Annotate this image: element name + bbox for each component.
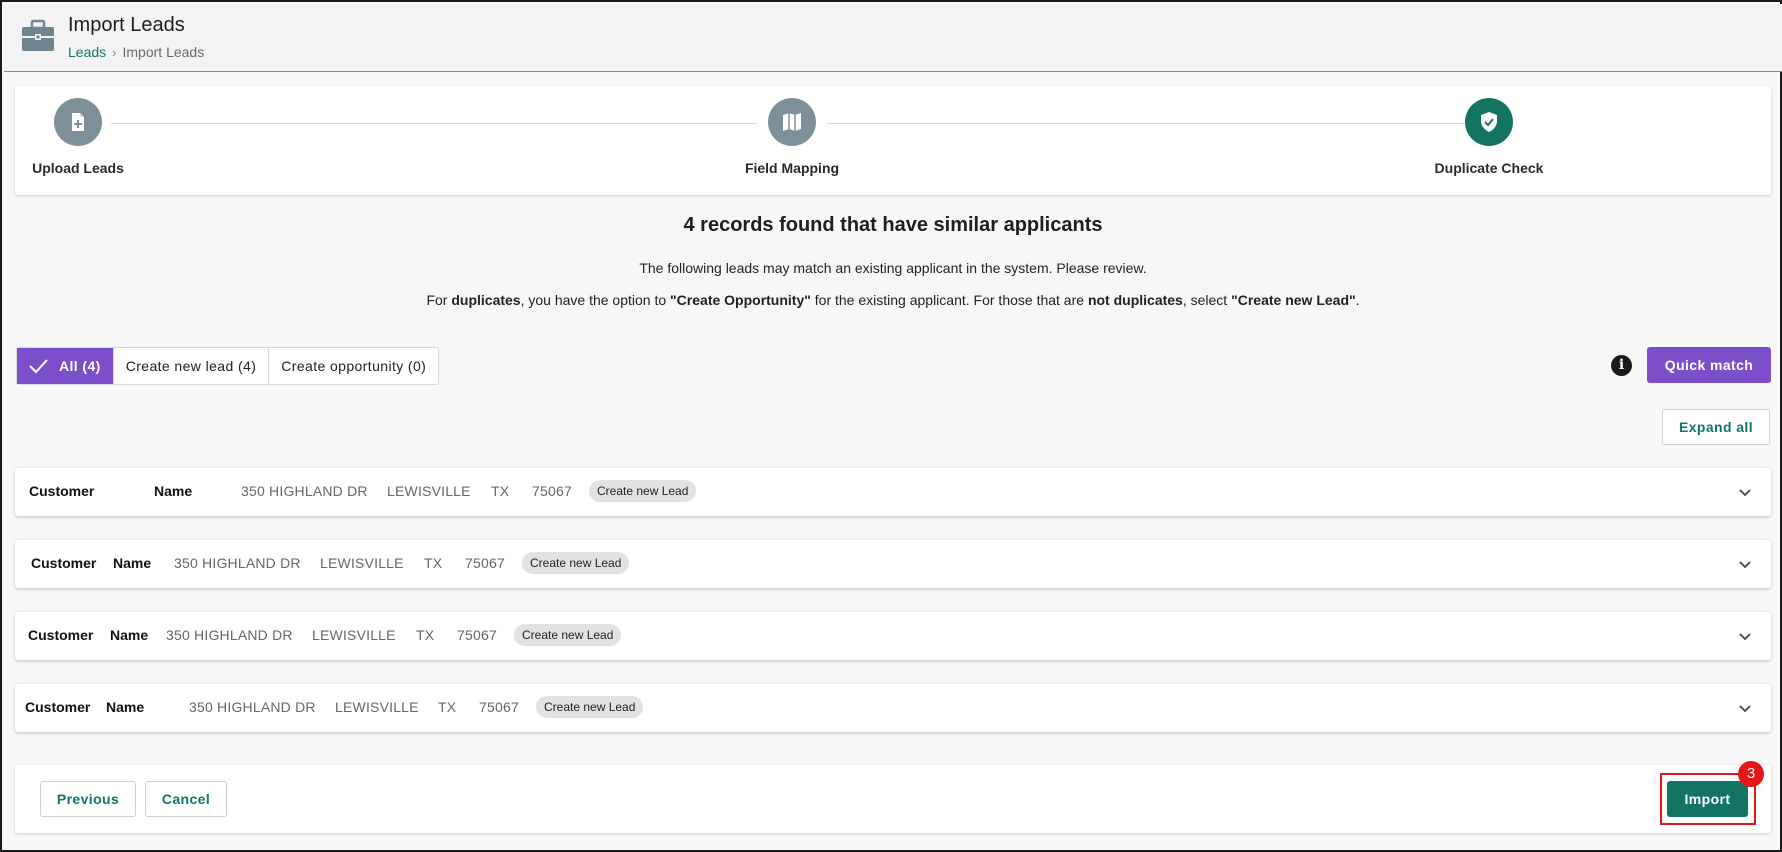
expand-all-button[interactable]: Expand all (1662, 409, 1770, 445)
record-zip: 75067 (457, 627, 497, 643)
record-zip: 75067 (532, 483, 572, 499)
record-first-name: Customer (29, 483, 95, 499)
filter-toggle-group: All (4) Create new lead (4) Create oppor… (16, 347, 440, 385)
record-city: LEWISVILLE (320, 555, 404, 571)
page-header: Import Leads Leads › Import Leads (4, 4, 1782, 72)
summary-description: The following leads may match an existin… (639, 260, 1147, 276)
record-state: TX (424, 555, 443, 571)
record-first-name: Customer (31, 555, 97, 571)
record-city: LEWISVILLE (312, 627, 396, 643)
filter-all-button[interactable]: All (4) (17, 348, 114, 384)
record-address: 350 HIGHLAND DR (174, 555, 301, 571)
record-state: TX (438, 699, 457, 715)
filter-create-opportunity-button[interactable]: Create opportunity (0) (269, 348, 438, 384)
duplicate-record-row[interactable]: Customer Name 350 HIGHLAND DR LEWISVILLE… (15, 684, 1771, 732)
record-last-name: Name (110, 627, 149, 643)
record-first-name: Customer (28, 627, 94, 643)
record-action-badge: Create new Lead (514, 624, 622, 646)
app-window: Import Leads Leads › Import Leads Upload… (0, 0, 1782, 852)
step-field-mapping: Field Mapping (712, 98, 872, 176)
record-address: 350 HIGHLAND DR (189, 699, 316, 715)
cancel-button[interactable]: Cancel (145, 781, 227, 817)
duplicate-summary-title: 4 records found that have similar applic… (683, 214, 1103, 236)
wizard-footer: Previous Cancel (15, 765, 1771, 833)
summary-instructions: For duplicates, you have the option to "… (426, 292, 1360, 308)
file-plus-icon (54, 98, 102, 146)
record-last-name: Name (154, 483, 193, 499)
step-label: Field Mapping (744, 160, 840, 176)
record-state: TX (416, 627, 435, 643)
page-title: Import Leads (68, 14, 185, 36)
duplicate-record-row[interactable]: Customer Name 350 HIGHLAND DR LEWISVILLE… (15, 612, 1771, 660)
chevron-down-icon[interactable] (1737, 484, 1753, 500)
record-action-badge: Create new Lead (589, 480, 697, 502)
duplicate-record-row[interactable]: Customer Name 350 HIGHLAND DR LEWISVILLE… (15, 540, 1771, 588)
quick-match-button[interactable]: Quick match (1647, 347, 1771, 383)
record-action-badge: Create new Lead (536, 696, 644, 718)
chevron-right-icon: › (112, 44, 117, 60)
chevron-down-icon[interactable] (1737, 700, 1753, 716)
shield-check-icon (1465, 98, 1513, 146)
record-last-name: Name (113, 555, 152, 571)
breadcrumb: Leads › Import Leads (68, 44, 204, 60)
step-connector (827, 123, 1469, 124)
annotation-number-badge: 3 (1738, 761, 1764, 787)
step-connector (111, 123, 757, 124)
record-city: LEWISVILLE (387, 483, 471, 499)
briefcase-icon (22, 19, 54, 51)
record-zip: 75067 (465, 555, 505, 571)
record-first-name: Customer (25, 699, 91, 715)
step-label: Upload Leads (32, 160, 124, 176)
previous-button[interactable]: Previous (40, 781, 136, 817)
record-address: 350 HIGHLAND DR (166, 627, 293, 643)
check-icon (29, 359, 48, 374)
record-state: TX (491, 483, 510, 499)
step-upload-leads: Upload Leads (0, 98, 158, 176)
map-icon (768, 98, 816, 146)
record-action-badge: Create new Lead (522, 552, 630, 574)
record-last-name: Name (106, 699, 145, 715)
import-stepper: Upload Leads Field Mapping Duplicate Che… (15, 86, 1771, 195)
chevron-down-icon[interactable] (1737, 628, 1753, 644)
record-zip: 75067 (479, 699, 519, 715)
breadcrumb-current: Import Leads (122, 44, 205, 60)
step-duplicate-check: Duplicate Check (1409, 98, 1569, 176)
record-city: LEWISVILLE (335, 699, 419, 715)
chevron-down-icon[interactable] (1737, 556, 1753, 572)
record-address: 350 HIGHLAND DR (241, 483, 368, 499)
info-icon[interactable]: i (1611, 355, 1632, 376)
breadcrumb-leads-link[interactable]: Leads (68, 44, 106, 60)
filter-create-new-lead-button[interactable]: Create new lead (4) (114, 348, 270, 384)
step-label: Duplicate Check (1434, 160, 1544, 176)
import-button[interactable]: Import (1667, 781, 1748, 817)
duplicate-record-row[interactable]: Customer Name 350 HIGHLAND DR LEWISVILLE… (15, 468, 1771, 516)
